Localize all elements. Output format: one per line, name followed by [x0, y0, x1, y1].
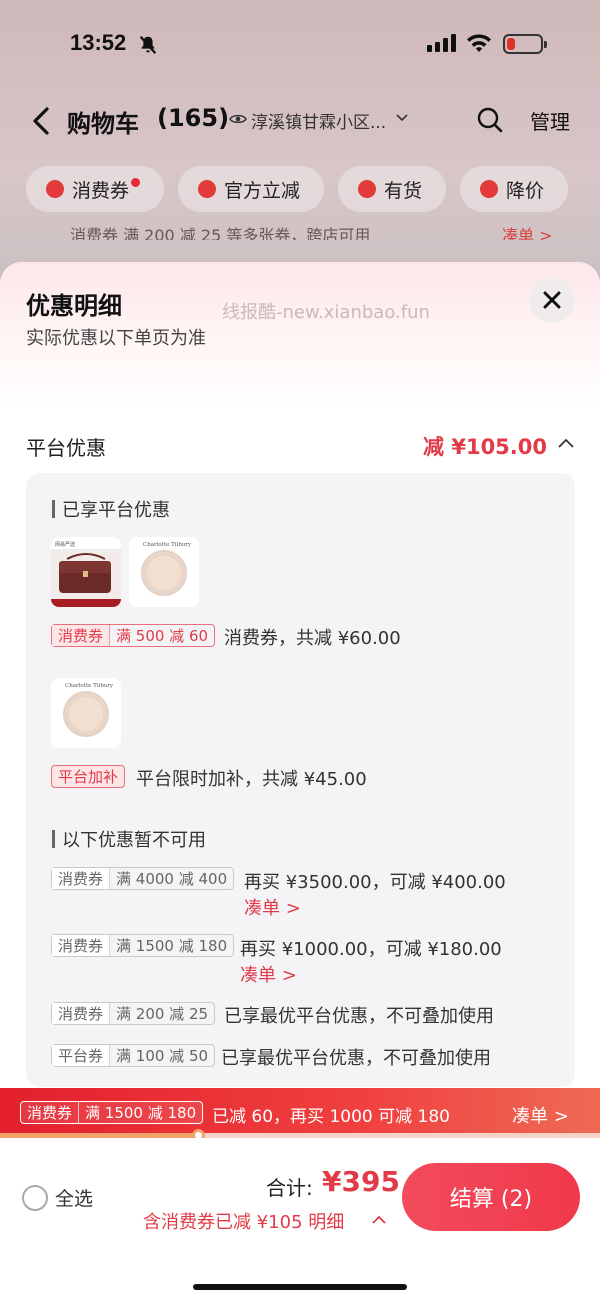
select-all-radio[interactable]: [22, 1185, 48, 1211]
status-time: 13:52: [70, 30, 127, 55]
filter-chip-label: 官方立减: [224, 179, 301, 202]
coupon-tag: 消费券 满 500 减 60: [51, 624, 216, 647]
filter-chips: 消费券 官方立减 有货 降价: [26, 166, 569, 212]
platform-subsidy-tag: 平台加补: [51, 765, 126, 788]
filter-chip-price-drop[interactable]: 降价: [460, 166, 569, 212]
compact-powder-image: Charlotte Tilbury: [129, 537, 199, 607]
price-drop-icon: [480, 180, 499, 198]
product-thumb-bag[interactable]: 网易严选: [51, 537, 121, 607]
checkout-button[interactable]: 结算 (2): [402, 1163, 580, 1231]
close-button[interactable]: [529, 277, 575, 323]
cart-icon: [358, 180, 377, 198]
platform-coupon-tag: 平台券 满 100 减 50: [51, 1044, 216, 1067]
sheet-subtitle: 实际优惠以下单页为准: [26, 328, 206, 349]
total-label: 合计:: [266, 1176, 313, 1200]
wifi-icon: [467, 34, 491, 52]
delivery-location[interactable]: 淳溪镇甘霖小区...: [251, 108, 386, 133]
unavailable-desc: 再买 ¥1000.00，可减 ¥180.00: [240, 939, 502, 960]
svg-text:网易严选: 网易严选: [55, 541, 75, 548]
discount-card: 已享平台优惠 网易严选 Charlotte Tilbury 消费券 满 500 …: [26, 473, 575, 1087]
coupon-icon: [46, 180, 64, 198]
sheet-title: 优惠明细: [26, 292, 122, 320]
chevron-up-icon[interactable]: [372, 1215, 386, 1224]
banner-coupon-tag: 消费券 满 1500 减 180: [20, 1101, 204, 1124]
filter-chip-official-discount[interactable]: 官方立减: [178, 166, 325, 212]
unavailable-desc: 已享最优平台优惠，不可叠加使用: [224, 1006, 494, 1027]
notification-dot: [131, 177, 141, 187]
unavailable-desc: 已享最优平台优惠，不可叠加使用: [221, 1048, 491, 1069]
status-bar: 13:52: [0, 28, 600, 62]
coupon-tag: 消费券 满 1500 减 180: [51, 934, 235, 957]
coupon-tag: 消费券 满 4000 减 400: [51, 867, 235, 890]
platform-subsidy-desc: 平台限时加补，共减 ¥45.00: [136, 769, 367, 790]
add-items-link[interactable]: 凑单 >: [240, 961, 297, 987]
mute-bell-icon: [139, 36, 157, 54]
chevron-up-icon[interactable]: [558, 438, 574, 448]
home-indicator: [193, 1284, 407, 1290]
svg-text:Charlotte Tilbury: Charlotte Tilbury: [65, 683, 114, 689]
search-icon[interactable]: [477, 107, 503, 133]
banner-text: 已减 60，再买 1000 可减 180: [212, 1107, 450, 1127]
cellular-signal-icon: [427, 34, 456, 52]
chevron-down-icon[interactable]: [396, 114, 408, 122]
compact-powder-image: Charlotte Tilbury: [51, 678, 121, 748]
platform-discount-amount: 减 ¥105.00: [423, 435, 547, 459]
unavailable-desc: 再买 ¥3500.00，可减 ¥400.00: [244, 872, 506, 893]
bag-image: 网易严选: [51, 537, 121, 607]
close-icon: [543, 291, 561, 309]
banner-add-items-link[interactable]: 凑单 >: [512, 1102, 569, 1128]
eye-icon: [229, 114, 247, 124]
saved-details[interactable]: 含消费券已减 ¥105 明细: [143, 1208, 344, 1234]
coupon-desc: 消费券，共减 ¥60.00: [224, 628, 401, 649]
checkout-bar: 全选 合计: ¥395 含消费券已减 ¥105 明细 结算 (2): [0, 1138, 600, 1303]
manage-button[interactable]: 管理: [530, 106, 570, 135]
hidden-coupon-row: 消费券 满 200 减 25 等多张券，跨店可用: [70, 226, 371, 240]
total-value: ¥395: [322, 1165, 400, 1198]
filter-chip-label: 有货: [384, 179, 423, 202]
platform-discount-label: 平台优惠: [26, 436, 106, 460]
enjoyed-header: 已享平台优惠: [52, 496, 170, 522]
filter-chip-label: 消费券: [72, 179, 130, 202]
hidden-coupon-link: 凑单 >: [502, 226, 553, 240]
filter-chip-in-stock[interactable]: 有货: [338, 166, 447, 212]
product-thumb-compact[interactable]: Charlotte Tilbury: [51, 678, 121, 748]
coupon-tag: 消费券 满 200 减 25: [51, 1002, 216, 1025]
promo-banner[interactable]: 消费券 满 1500 减 180 已减 60，再买 1000 可减 180 凑单…: [0, 1088, 600, 1136]
battery-icon: [503, 34, 547, 54]
product-thumb-compact[interactable]: Charlotte Tilbury: [129, 537, 199, 607]
add-items-link[interactable]: 凑单 >: [244, 894, 301, 920]
unavailable-header: 以下优惠暂不可用: [52, 826, 206, 852]
watermark: 线报酷-new.xianbao.fun: [222, 302, 430, 323]
svg-text:Charlotte Tilbury: Charlotte Tilbury: [143, 542, 192, 548]
select-all-label[interactable]: 全选: [55, 1184, 93, 1211]
cart-navbar: 购物车 (165) 淳溪镇甘霖小区... 管理: [0, 96, 600, 144]
filter-chip-coupon[interactable]: 消费券: [26, 166, 165, 212]
page-title: 购物车: [67, 110, 139, 138]
cart-count: (165): [157, 104, 230, 132]
filter-chip-label: 降价: [506, 179, 545, 202]
back-arrow-icon[interactable]: [30, 106, 52, 136]
lightning-icon: [198, 180, 217, 198]
